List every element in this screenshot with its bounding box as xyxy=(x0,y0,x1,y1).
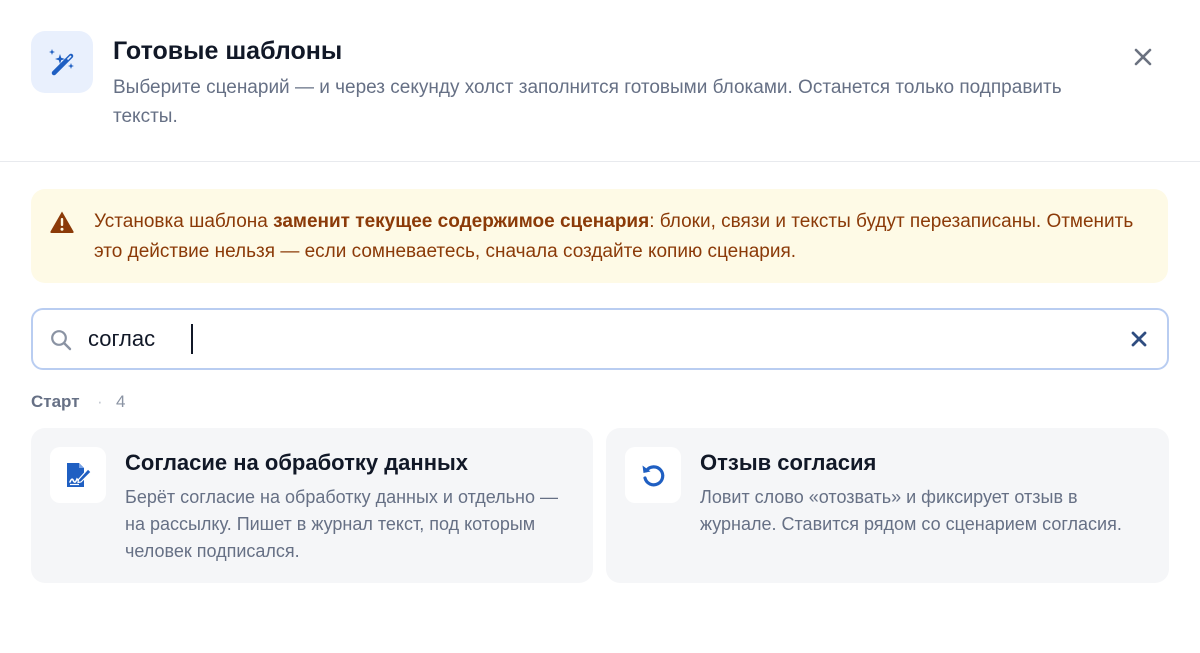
search-box[interactable] xyxy=(31,308,1169,370)
template-card-consent-withdrawal[interactable]: Отзыв согласия Ловит слово «отозвать» и … xyxy=(606,428,1169,583)
template-card-consent[interactable]: Согласие на обработку данных Берёт согла… xyxy=(31,428,593,583)
modal-title: Готовые шаблоны xyxy=(113,37,343,65)
close-icon xyxy=(1134,48,1152,66)
warning-triangle-icon xyxy=(50,211,74,233)
warning-text: Установка шаблона заменит текущее содерж… xyxy=(94,211,1134,262)
card-description: Берёт согласие на обработку данных и отд… xyxy=(125,487,558,561)
section-separator: · xyxy=(97,392,103,411)
warning-banner: Установка шаблона заменит текущее содерж… xyxy=(31,189,1168,283)
card-title: Согласие на обработку данных xyxy=(125,450,469,475)
section-count: 4 xyxy=(116,392,126,411)
search-input[interactable] xyxy=(88,322,1088,356)
magic-wand-icon xyxy=(31,31,93,93)
undo-icon xyxy=(625,447,681,503)
templates-modal: Готовые шаблоны Выберите сценарий — и че… xyxy=(0,0,1200,653)
section-label: Старт xyxy=(31,392,80,411)
text-caret xyxy=(191,324,193,354)
clear-search-button[interactable] xyxy=(1127,327,1151,351)
search-icon xyxy=(51,330,72,351)
modal-header: Готовые шаблоны Выберите сценарий — и че… xyxy=(0,0,1200,162)
card-title: Отзыв согласия xyxy=(700,450,877,475)
clear-icon xyxy=(1131,331,1147,347)
signed-document-icon xyxy=(50,447,106,503)
close-button[interactable] xyxy=(1126,40,1160,74)
warning-emphasis: заменит текущее содержимое сценария xyxy=(273,211,650,232)
modal-subtitle: Выберите сценарий — и через секунду холс… xyxy=(113,77,1062,127)
card-description: Ловит слово «отозвать» и фиксирует отзыв… xyxy=(700,487,1122,534)
